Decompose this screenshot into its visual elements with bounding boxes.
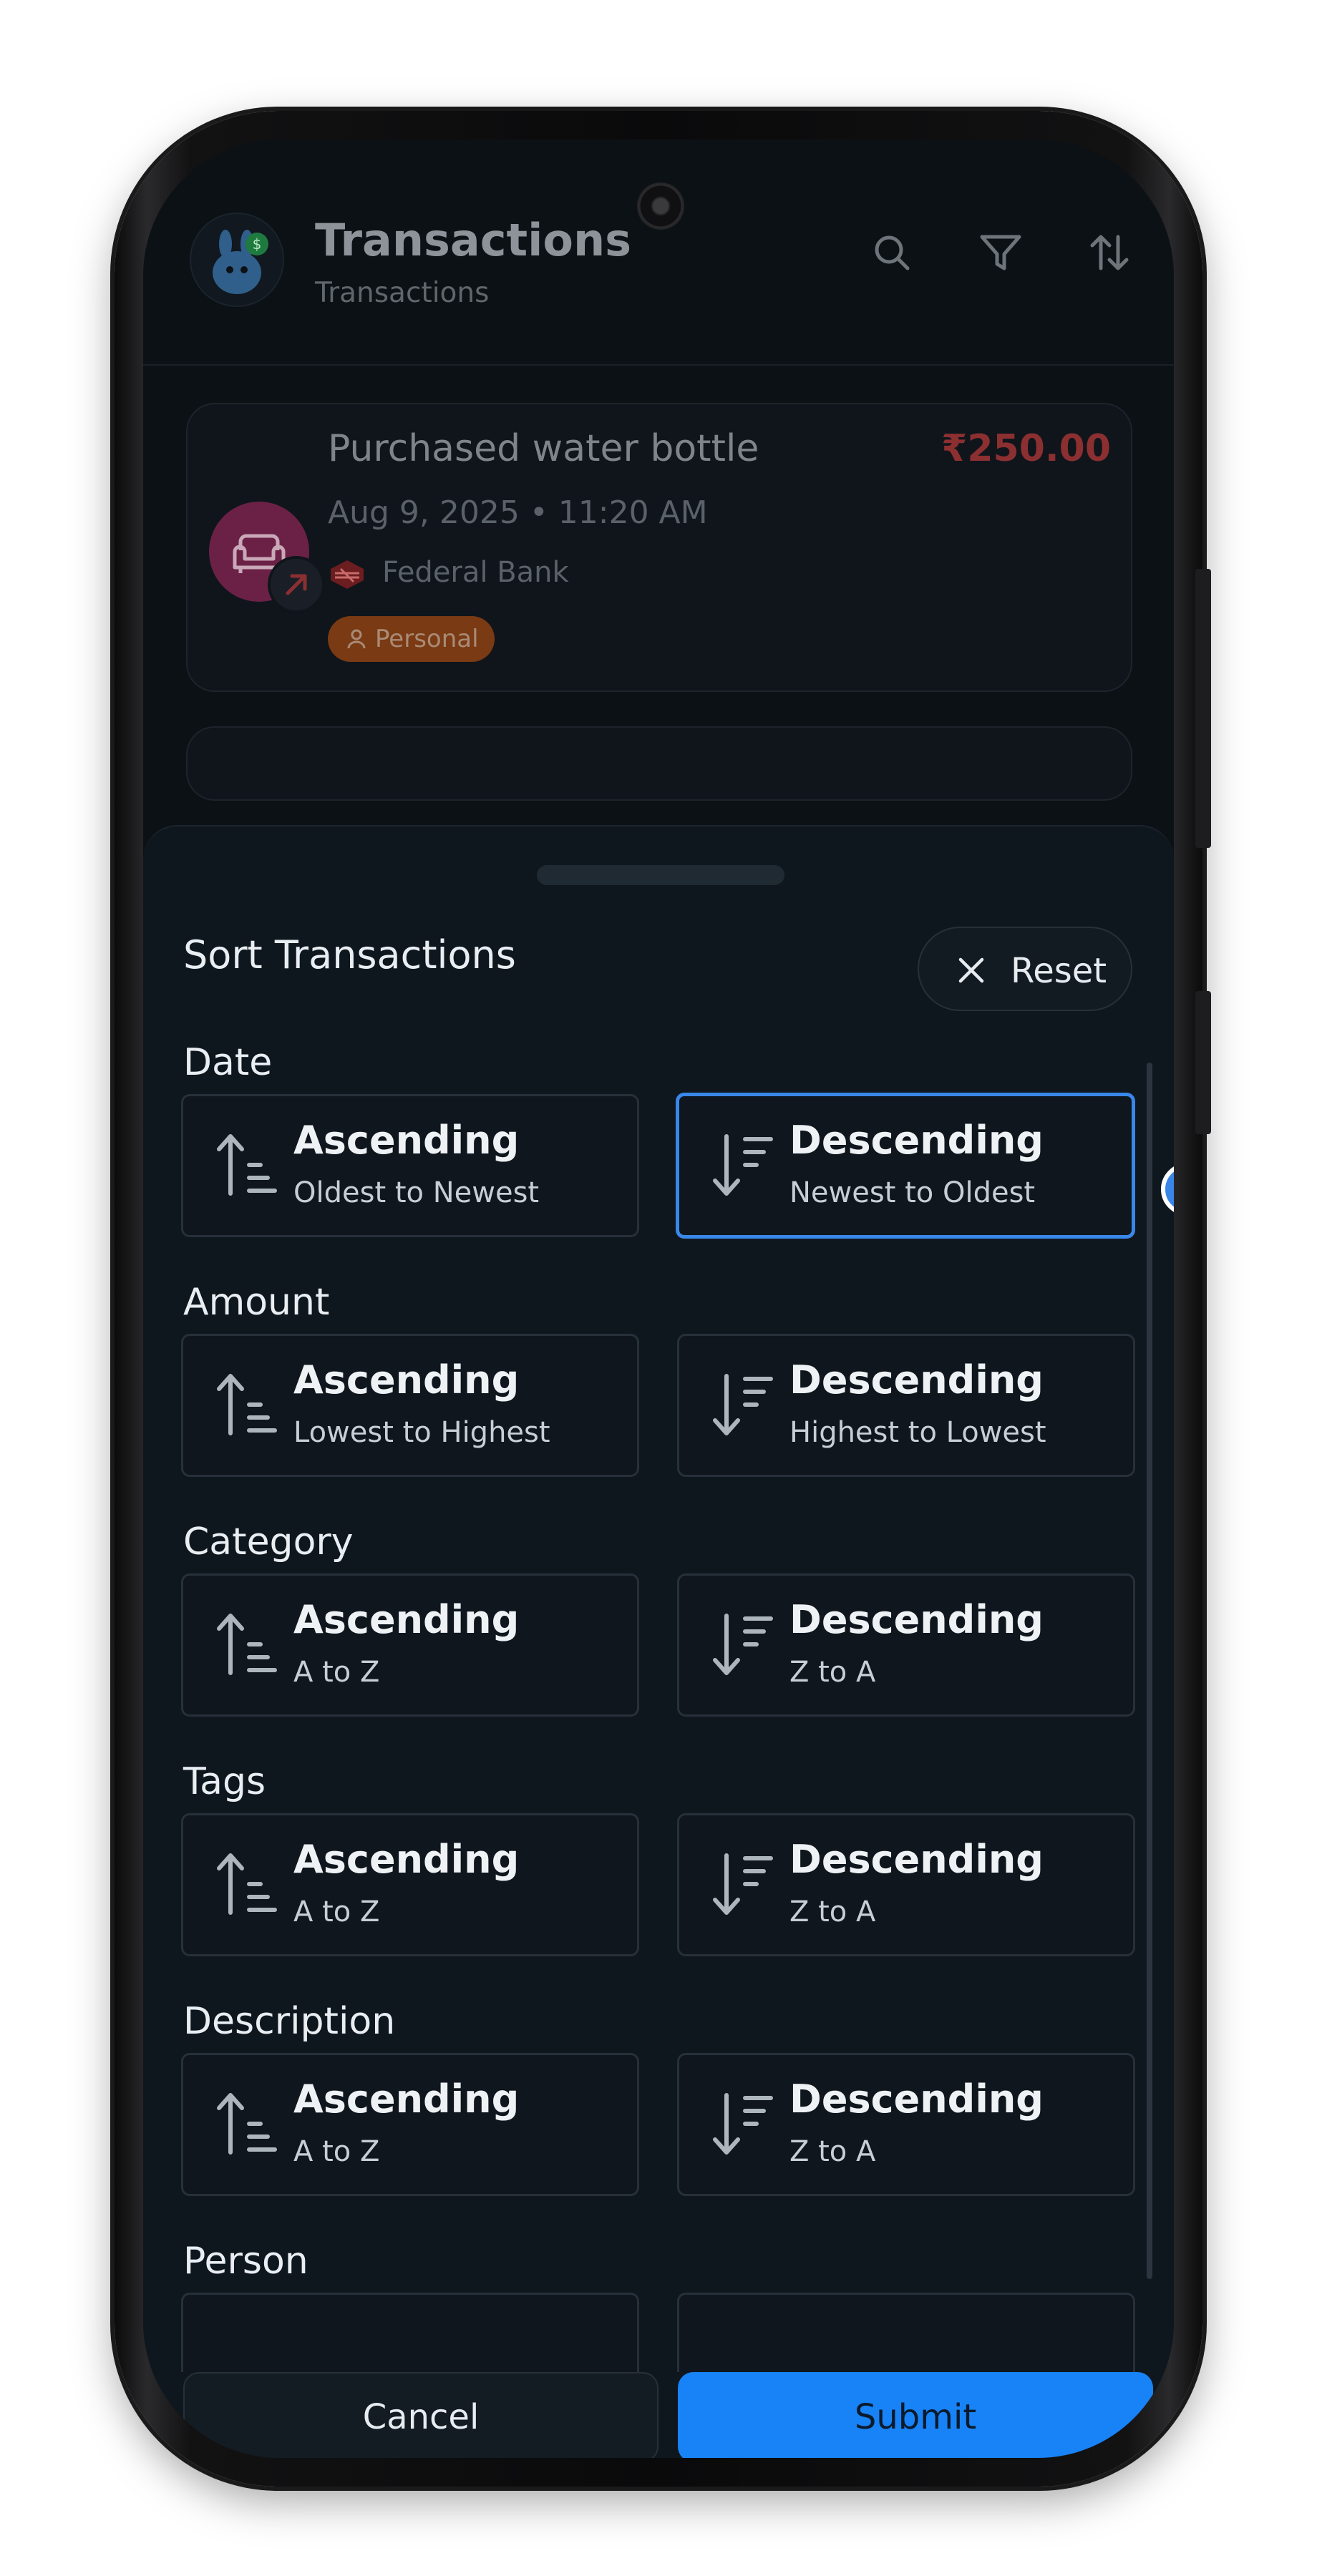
sheet-drag-handle[interactable]	[537, 865, 784, 885]
sort-ascending-icon	[217, 2093, 277, 2155]
option-subtitle: A to Z	[293, 2135, 380, 2168]
option-subtitle: Oldest to Newest	[293, 1176, 540, 1209]
sort-descending-icon	[713, 1374, 773, 1435]
option-title: Descending	[789, 1837, 1044, 1882]
transaction-card[interactable]: Purchased water bottle ₹250.00 Aug 9, 20…	[186, 403, 1132, 692]
option-subtitle: Z to A	[789, 2135, 876, 2168]
app-bar: $ Transactions Transactions	[143, 140, 1174, 366]
section-label-date: Date	[183, 1041, 273, 1084]
reset-button[interactable]: Reset	[918, 927, 1132, 1011]
option-title: Ascending	[293, 1837, 520, 1882]
svg-text:$: $	[253, 235, 262, 253]
direction-badge	[268, 556, 325, 613]
option-subtitle: Newest to Oldest	[789, 1176, 1036, 1209]
search-icon[interactable]	[866, 227, 918, 278]
check-icon	[1165, 1167, 1174, 1211]
amount-ascending-option[interactable]: Ascending Lowest to Highest	[181, 1334, 639, 1477]
mascot-icon: $	[213, 230, 268, 294]
person-icon	[347, 629, 366, 649]
date-descending-option[interactable]: Descending Newest to Oldest	[676, 1093, 1135, 1239]
sheet-footer: Cancel Submit	[143, 2372, 1174, 2458]
description-ascending-option[interactable]: Ascending A to Z	[181, 2053, 639, 2196]
transaction-amount: ₹250.00	[941, 427, 1111, 470]
power-button	[1195, 991, 1211, 1134]
front-camera	[637, 182, 684, 230]
option-subtitle: A to Z	[293, 1896, 380, 1928]
option-title: Ascending	[293, 1118, 520, 1163]
tag-label: Personal	[375, 625, 479, 653]
volume-button	[1195, 569, 1211, 848]
cancel-button[interactable]: Cancel	[183, 2372, 658, 2458]
reset-label: Reset	[1011, 951, 1107, 991]
date-ascending-option[interactable]: Ascending Oldest to Newest	[181, 1094, 639, 1237]
option-title: Descending	[789, 1357, 1044, 1402]
section-label-person: Person	[183, 2240, 308, 2283]
option-title: Descending	[789, 2077, 1044, 2122]
sort-descending-icon	[713, 2093, 773, 2155]
avatar[interactable]: $	[190, 213, 284, 307]
sort-ascending-icon	[217, 1374, 277, 1435]
sort-ascending-icon	[217, 1614, 277, 1675]
option-subtitle: A to Z	[293, 1656, 380, 1689]
option-title: Ascending	[293, 1597, 520, 1642]
option-subtitle: Highest to Lowest	[789, 1416, 1046, 1449]
category-descending-option[interactable]: Descending Z to A	[677, 1574, 1135, 1717]
category-ascending-option[interactable]: Ascending A to Z	[181, 1574, 639, 1717]
person-ascending-option[interactable]	[181, 2293, 639, 2372]
tag-chip[interactable]: Personal	[328, 616, 495, 662]
description-descending-option[interactable]: Descending Z to A	[677, 2053, 1135, 2196]
amount-descending-option[interactable]: Descending Highest to Lowest	[677, 1334, 1135, 1477]
arrow-up-right-icon	[286, 574, 307, 595]
option-title: Descending	[789, 1597, 1044, 1642]
option-title: Ascending	[293, 1357, 520, 1402]
option-subtitle: Lowest to Highest	[293, 1416, 550, 1449]
person-descending-option[interactable]	[677, 2293, 1135, 2372]
page-subtitle: Transactions	[315, 277, 490, 309]
bank-name: Federal Bank	[382, 556, 569, 589]
sort-bottom-sheet: Sort Transactions Reset Date Ascending O…	[143, 825, 1174, 2458]
option-subtitle: Z to A	[789, 1656, 876, 1689]
option-title: Ascending	[293, 2077, 520, 2122]
filter-icon[interactable]	[975, 227, 1026, 278]
sort-options-list[interactable]: Date Ascending Oldest to Newest Descendi…	[143, 1041, 1174, 2372]
sort-descending-icon	[713, 1614, 773, 1675]
page-title: Transactions	[315, 214, 632, 266]
phone-frame: $ Transactions Transactions Purchased wa…	[115, 111, 1211, 2487]
section-label-amount: Amount	[183, 1281, 330, 1324]
section-label-tags: Tags	[183, 1760, 266, 1803]
transaction-card-2[interactable]	[186, 726, 1132, 801]
option-title: Descending	[789, 1118, 1044, 1163]
section-label-category: Category	[183, 1521, 354, 1563]
sort-ascending-icon	[217, 1853, 277, 1915]
option-subtitle: Z to A	[789, 1896, 876, 1928]
close-icon	[958, 957, 984, 983]
sort-ascending-icon	[217, 1134, 277, 1196]
sort-icon[interactable]	[1084, 227, 1135, 278]
tags-ascending-option[interactable]: Ascending A to Z	[181, 1813, 639, 1956]
transaction-datetime: Aug 9, 2025 • 11:20 AM	[328, 494, 708, 531]
submit-button[interactable]: Submit	[678, 2372, 1153, 2458]
bank-logo-icon	[331, 560, 364, 589]
sort-descending-icon	[713, 1853, 773, 1915]
transaction-description: Purchased water bottle	[328, 427, 759, 470]
sort-descending-icon	[713, 1134, 773, 1196]
tags-descending-option[interactable]: Descending Z to A	[677, 1813, 1135, 1956]
section-label-description: Description	[183, 2000, 396, 2043]
sheet-title: Sort Transactions	[183, 932, 516, 977]
screen: $ Transactions Transactions Purchased wa…	[143, 140, 1174, 2458]
